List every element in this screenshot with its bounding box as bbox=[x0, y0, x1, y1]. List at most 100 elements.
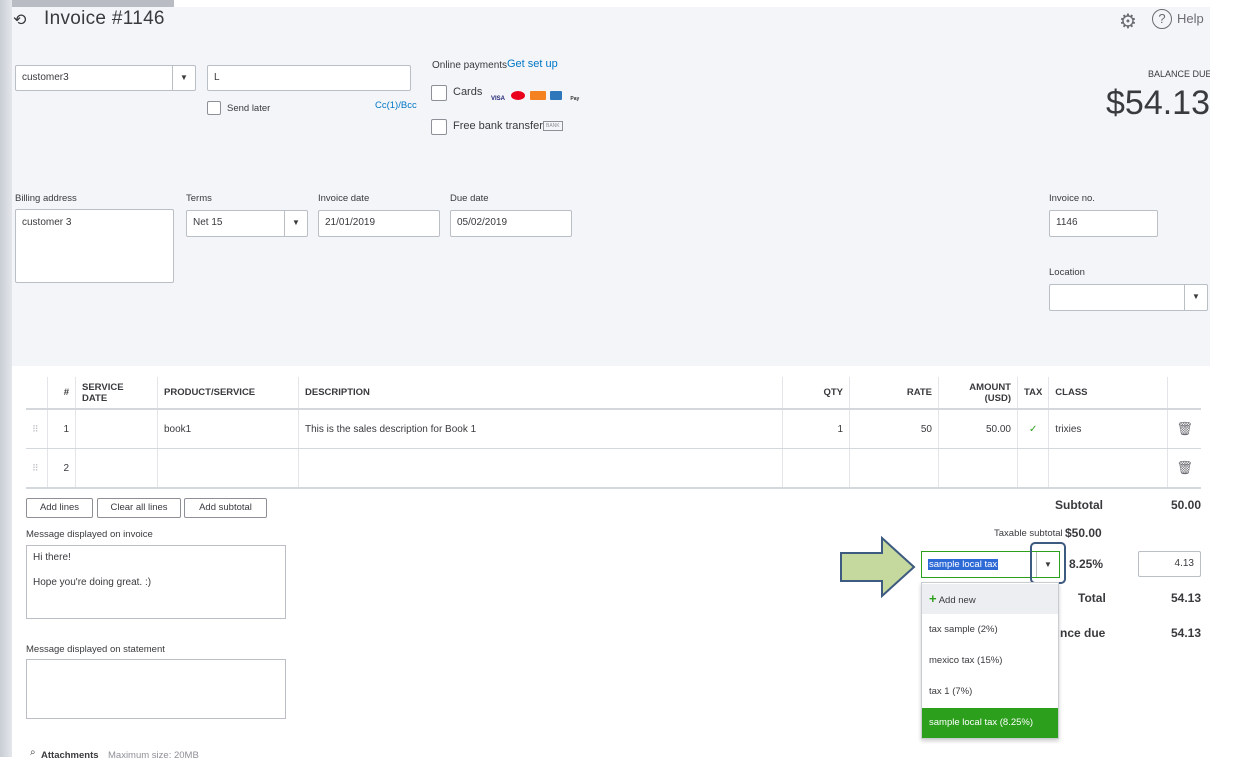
location-select[interactable]: ▼ bbox=[1049, 284, 1208, 311]
send-later-checkbox[interactable] bbox=[207, 101, 221, 115]
invoice-date-label: Invoice date bbox=[318, 193, 370, 204]
due-date-label: Due date bbox=[450, 193, 489, 204]
add-subtotal-button[interactable]: Add subtotal bbox=[184, 498, 267, 518]
balance-due-row-label: nce due bbox=[1060, 626, 1106, 640]
apple-pay-icon: Pay bbox=[570, 96, 580, 102]
highlight-box bbox=[1030, 542, 1066, 584]
add-lines-button[interactable]: Add lines bbox=[26, 498, 93, 518]
drag-handle-icon[interactable]: ⠿ bbox=[26, 409, 48, 449]
row-description[interactable] bbox=[298, 448, 783, 489]
statement-message-field[interactable] bbox=[26, 659, 286, 719]
add-new-option[interactable]: + Add new bbox=[922, 584, 1058, 614]
column-header-class: CLASS bbox=[1048, 377, 1169, 410]
invoice-header-panel bbox=[12, 7, 1210, 366]
page-title: Invoice #1146 bbox=[44, 8, 165, 29]
row-number: 1 bbox=[47, 409, 76, 449]
chevron-down-icon[interactable]: ▼ bbox=[1184, 285, 1207, 310]
row-service-date[interactable] bbox=[75, 409, 158, 449]
paperclip-icon: ⌕ bbox=[30, 747, 36, 758]
table-row[interactable]: ⠿ 1 book1 This is the sales description … bbox=[26, 409, 1201, 449]
table-header-row: # SERVICE DATE PRODUCT/SERVICE DESCRIPTI… bbox=[26, 377, 1201, 410]
tax-amount-input[interactable]: 4.13 bbox=[1138, 551, 1201, 577]
history-icon[interactable]: ⟲ bbox=[13, 10, 27, 29]
line-items-table: # SERVICE DATE PRODUCT/SERVICE DESCRIPTI… bbox=[26, 377, 1201, 489]
due-date-value: 05/02/2019 bbox=[457, 217, 508, 228]
left-edge-bar bbox=[0, 0, 12, 757]
column-header-tax: TAX bbox=[1017, 377, 1050, 410]
row-class[interactable] bbox=[1048, 448, 1169, 489]
tax-amount-value: 4.13 bbox=[1174, 558, 1194, 569]
tax-rate-select-value: sample local tax bbox=[928, 559, 999, 570]
cards-label: Cards bbox=[453, 86, 483, 98]
plus-icon: + bbox=[929, 591, 937, 606]
column-header-service-date: SERVICE DATE bbox=[75, 377, 158, 410]
trash-icon[interactable]: 🗑 bbox=[1167, 409, 1201, 449]
column-header-rate: RATE bbox=[849, 377, 939, 410]
invoice-message-line: Hi there! bbox=[33, 552, 71, 563]
bank-transfer-checkbox[interactable] bbox=[431, 119, 447, 135]
drag-handle-icon[interactable]: ⠿ bbox=[26, 448, 48, 489]
balance-due-amount: $54.13 bbox=[1106, 84, 1210, 122]
invoice-no-label: Invoice no. bbox=[1049, 193, 1095, 204]
balance-due-row-value: 54.13 bbox=[1170, 626, 1201, 640]
column-header-qty: QTY bbox=[782, 377, 850, 410]
trash-icon[interactable]: 🗑 bbox=[1167, 448, 1201, 489]
row-amount[interactable]: 50.00 bbox=[938, 409, 1018, 449]
location-label: Location bbox=[1049, 267, 1085, 278]
terms-value: Net 15 bbox=[193, 217, 223, 228]
customer-email-input[interactable]: L bbox=[207, 65, 411, 91]
column-header-amount: AMOUNT (USD) bbox=[938, 377, 1018, 410]
column-header-product: PRODUCT/SERVICE bbox=[157, 377, 299, 410]
row-tax-check[interactable] bbox=[1017, 448, 1050, 489]
billing-address-field[interactable]: customer 3 bbox=[15, 209, 174, 283]
delete-column-header bbox=[1167, 377, 1201, 410]
invoice-date-input[interactable]: 21/01/2019 bbox=[318, 210, 440, 237]
visa-icon: VISA bbox=[490, 96, 505, 102]
help-label[interactable]: Help bbox=[1177, 11, 1204, 26]
column-header-description: DESCRIPTION bbox=[298, 377, 783, 410]
due-date-input[interactable]: 05/02/2019 bbox=[450, 210, 572, 237]
table-row[interactable]: ⠿ 2 🗑 bbox=[26, 448, 1201, 489]
row-product[interactable] bbox=[157, 448, 299, 489]
subtotal-label: Subtotal bbox=[1055, 498, 1103, 512]
amex-icon bbox=[550, 91, 563, 100]
invoice-message-field[interactable]: Hi there! Hope you're doing great. :) bbox=[26, 545, 286, 619]
row-qty[interactable] bbox=[782, 448, 850, 489]
dropdown-option-selected[interactable]: sample local tax (8.25%) bbox=[922, 708, 1058, 738]
statement-message-label: Message displayed on statement bbox=[26, 644, 165, 655]
bank-transfer-label: Free bank transfer bbox=[453, 120, 543, 132]
row-service-date[interactable] bbox=[75, 448, 158, 489]
subtotal-value: 50.00 bbox=[1170, 498, 1201, 512]
row-qty[interactable]: 1 bbox=[782, 409, 850, 449]
invoice-no-input[interactable]: 1146 bbox=[1049, 210, 1158, 237]
customer-select[interactable]: customer3 ▼ bbox=[15, 65, 196, 91]
cc-bcc-link[interactable]: Cc(1)/Bcc bbox=[375, 100, 417, 111]
total-label: Total bbox=[1078, 591, 1106, 605]
row-amount[interactable] bbox=[938, 448, 1018, 489]
invoice-no-value: 1146 bbox=[1056, 217, 1078, 228]
taxable-subtotal-label: Taxable subtotal bbox=[994, 528, 1063, 539]
terms-select[interactable]: Net 15 ▼ bbox=[186, 210, 308, 237]
bank-icon: BANK bbox=[543, 121, 563, 131]
cards-checkbox[interactable] bbox=[431, 85, 447, 101]
row-product[interactable]: book1 bbox=[157, 409, 299, 449]
total-value: 54.13 bbox=[1170, 591, 1201, 605]
help-icon[interactable]: ? bbox=[1152, 9, 1172, 29]
balance-due-label: BALANCE DUE bbox=[1148, 69, 1210, 79]
chevron-down-icon[interactable]: ▼ bbox=[172, 66, 195, 90]
row-rate[interactable]: 50 bbox=[849, 409, 939, 449]
invoice-message-line: Hope you're doing great. :) bbox=[33, 577, 152, 588]
clear-all-lines-button[interactable]: Clear all lines bbox=[97, 498, 181, 518]
row-description[interactable]: This is the sales description for Book 1 bbox=[298, 409, 783, 449]
dropdown-option[interactable]: mexico tax (15%) bbox=[922, 646, 1058, 676]
chevron-down-icon[interactable]: ▼ bbox=[284, 211, 307, 236]
row-class[interactable]: trixies bbox=[1048, 409, 1169, 449]
row-tax-check[interactable]: ✓ bbox=[1017, 409, 1050, 449]
dropdown-option[interactable]: tax sample (2%) bbox=[922, 615, 1058, 645]
gear-icon[interactable]: ⚙ bbox=[1119, 9, 1137, 34]
card-logos: VISA Pay bbox=[489, 87, 583, 105]
row-rate[interactable] bbox=[849, 448, 939, 489]
get-set-up-link[interactable]: Get set up bbox=[507, 58, 558, 70]
dropdown-option[interactable]: tax 1 (7%) bbox=[922, 677, 1058, 707]
billing-address-label: Billing address bbox=[15, 193, 77, 204]
